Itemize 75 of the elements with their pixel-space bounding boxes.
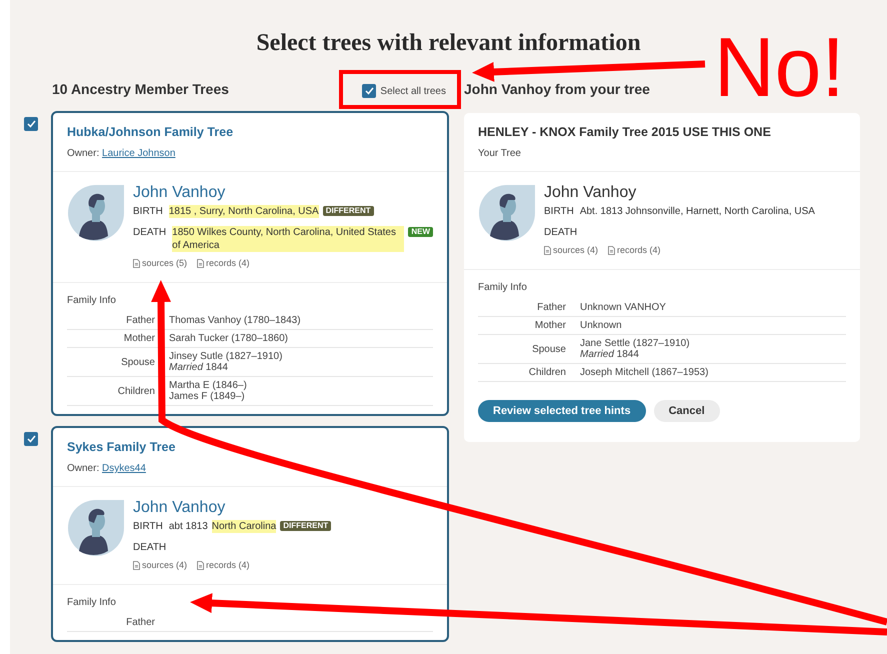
event-label: DEATH	[133, 226, 166, 239]
relation-label: Spouse	[120, 356, 155, 368]
section-label: Family Info	[66, 596, 117, 610]
tree-subtitle: Your Tree	[478, 148, 522, 159]
relation-label: Father	[125, 617, 155, 628]
event-place: North Carolina	[212, 520, 276, 533]
document-icon	[608, 246, 616, 254]
select-all-checkbox[interactable]: Select all trees	[362, 84, 446, 98]
person-silhouette-icon	[478, 184, 536, 242]
relative-text: Jinsey Sutle (1827–1910)	[169, 351, 284, 362]
record-link[interactable]: sources (5)	[133, 258, 188, 268]
relation-label: Children	[116, 386, 155, 396]
record-link[interactable]: sources (4)	[544, 245, 598, 255]
status-badge: DIFFERENT	[280, 521, 332, 531]
document-icon	[197, 560, 204, 570]
document-icon	[544, 246, 551, 254]
record-link[interactable]: records (4)	[608, 245, 661, 255]
event-label: BIRTH	[133, 520, 163, 533]
section-heading: 10 Ancestry Member Trees	[52, 81, 229, 97]
relative-text: Thomas Vanhoy (1780–1843)	[169, 315, 302, 326]
owner-line: Owner: Dsykes44	[67, 463, 147, 474]
event-place: 1850 Wilkes County, North Carolina, United States of America	[172, 226, 404, 252]
relative-text: Unknown VANHOY	[580, 302, 667, 313]
event-label: DEATH	[544, 226, 578, 239]
event-label: BIRTH	[133, 205, 163, 218]
relative-text: Unknown	[580, 320, 623, 331]
relation-label: Mother	[122, 333, 155, 344]
owner-link[interactable]: Dsykes44	[102, 463, 146, 474]
relation-label: Children	[528, 367, 566, 378]
record-link[interactable]: records (4)	[197, 560, 250, 570]
owner-line: Owner: Laurice Johnson	[67, 148, 176, 159]
check-icon	[26, 120, 36, 128]
record-link[interactable]: sources (4)	[133, 560, 188, 570]
event-date: Abt. 1813 Johnsonville, Harnett, North Carolina, USA	[580, 205, 815, 218]
event-label: DEATH	[133, 541, 166, 554]
section-label: Family Info	[66, 294, 117, 308]
relative-text: Jane Settle (1827–1910)	[580, 338, 691, 349]
person-name[interactable]: John Vanhoy	[133, 184, 433, 202]
cancel-button[interactable]: Cancel	[654, 400, 720, 422]
event-place: 1815 , Surry, North Carolina, USA	[168, 205, 319, 218]
document-icon	[133, 560, 140, 570]
relative-text: Martha E (1846–)	[169, 380, 248, 391]
section-label: Family Info	[477, 281, 528, 295]
check-icon	[364, 87, 374, 95]
page-title: Select trees with relevant information	[255, 30, 642, 57]
section-heading: John Vanhoy from your tree	[464, 81, 650, 97]
person-name[interactable]: John Vanhoy	[133, 499, 332, 517]
annotation-text: No!	[714, 22, 845, 112]
document-icon	[133, 258, 140, 268]
relative-text: Married 1844	[580, 349, 640, 360]
relation-label: Father	[536, 302, 566, 313]
person-silhouette-icon	[67, 184, 125, 242]
status-badge: DIFFERENT	[322, 206, 374, 216]
event-date: abt 1813	[168, 520, 208, 533]
tree-name[interactable]: Hubka/Johnson Family Tree	[67, 125, 433, 139]
relative-text: Joseph Mitchell (1867–1953)	[580, 367, 710, 378]
check-icon	[26, 435, 36, 443]
tree-name: HENLEY - KNOX Family Tree 2015 USE THIS ONE	[478, 125, 772, 139]
tree-checkbox[interactable]	[24, 432, 38, 446]
tree-checkbox[interactable]	[24, 117, 38, 131]
record-link[interactable]: records (4)	[197, 258, 250, 268]
relative-text: Married 1844	[169, 362, 229, 373]
document-icon	[197, 258, 204, 268]
person-name: John Vanhoy	[544, 184, 638, 202]
owner-link[interactable]: Laurice Johnson	[102, 148, 176, 159]
review-button[interactable]: Review selected tree hints	[478, 400, 646, 422]
relation-label: Spouse	[531, 344, 566, 354]
tree-name[interactable]: Sykes Family Tree	[67, 440, 433, 454]
relative-text: James F (1849–)	[169, 391, 246, 402]
relation-label: Father	[125, 315, 155, 326]
relative-text: Sarah Tucker (1780–1860)	[169, 333, 289, 344]
event-label: BIRTH	[544, 205, 574, 218]
person-silhouette-icon	[67, 499, 125, 557]
relation-label: Mother	[534, 320, 566, 331]
status-badge: NEW	[408, 227, 433, 237]
